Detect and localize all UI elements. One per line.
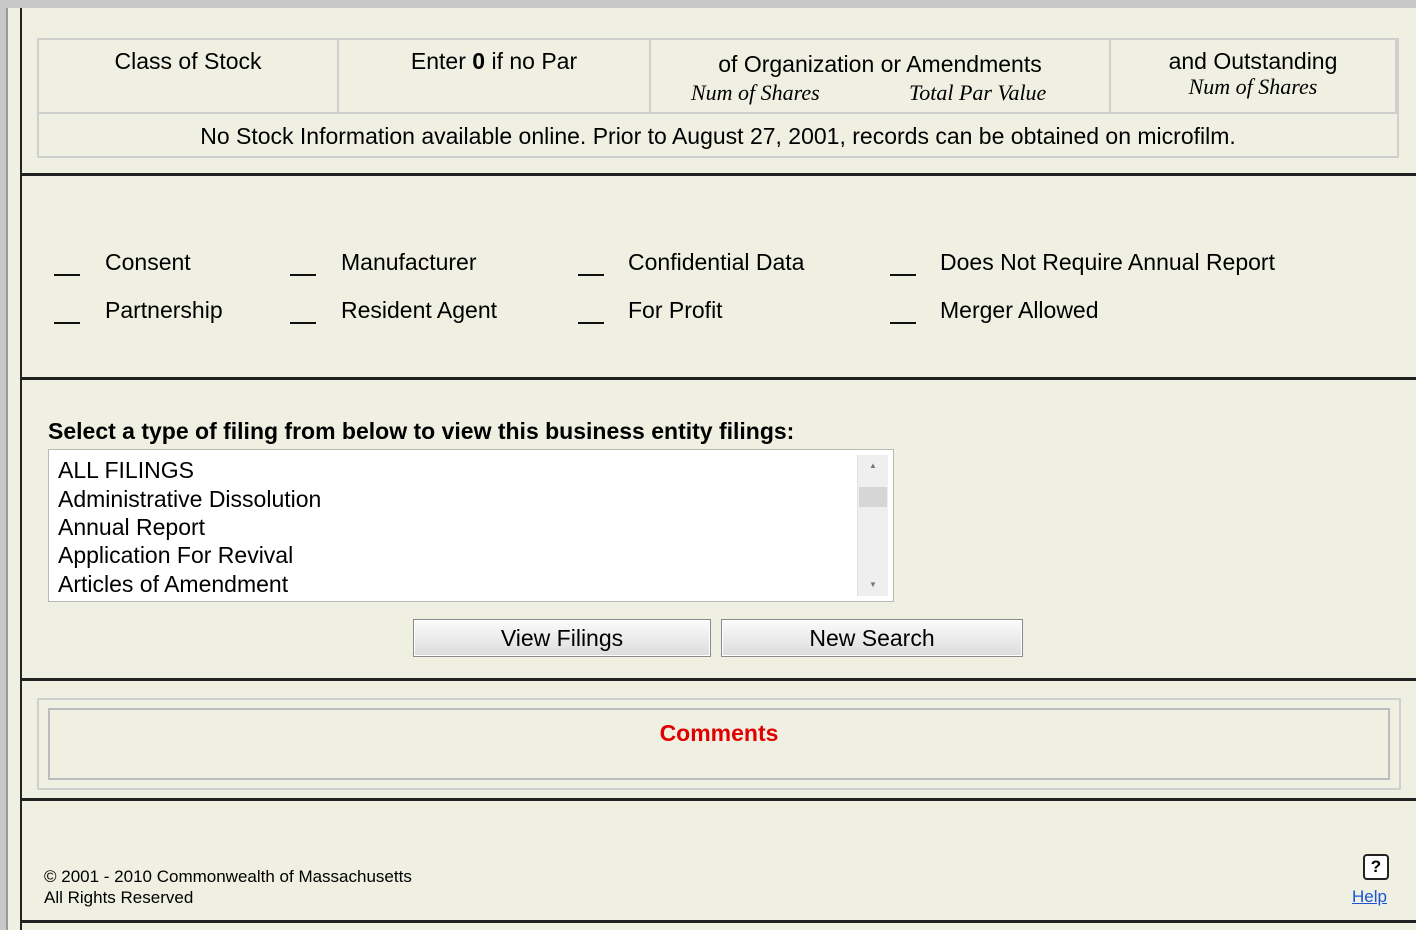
stock-message: No Stock Information available online. P… bbox=[39, 112, 1397, 158]
footer-copyright: © 2001 - 2010 Commonwealth of Massachuse… bbox=[44, 866, 412, 908]
filing-option-administrative-dissolution[interactable]: Administrative Dissolution bbox=[58, 486, 321, 513]
listbox-scrollbar[interactable]: ▲ ▼ bbox=[857, 455, 888, 596]
stock-col-outstanding-header: and Outstanding bbox=[1168, 48, 1338, 74]
comments-title: Comments bbox=[659, 720, 779, 746]
new-search-button[interactable]: New Search bbox=[721, 619, 1023, 657]
copyright-line: © 2001 - 2010 Commonwealth of Massachuse… bbox=[44, 867, 412, 886]
help-icon[interactable]: ? bbox=[1363, 854, 1389, 880]
attr-blank-resident-agent bbox=[290, 322, 316, 324]
stock-table: Class of Stock Enter 0 if no Par of Orga… bbox=[37, 38, 1399, 158]
stock-col-class-header: Class of Stock bbox=[114, 48, 262, 74]
section-divider bbox=[20, 173, 1416, 176]
attr-blank-for-profit bbox=[578, 322, 604, 324]
attr-no-annual-report: Does Not Require Annual Report bbox=[940, 249, 1275, 275]
page-frame: Class of Stock Enter 0 if no Par of Orga… bbox=[6, 8, 1416, 930]
stock-col-class: Class of Stock bbox=[39, 40, 339, 112]
sub-num-shares: Num of Shares bbox=[691, 80, 820, 105]
stock-col-par-header: Enter 0 if no Par bbox=[410, 48, 578, 74]
stock-col-outstanding: and Outstanding Num of Shares bbox=[1111, 40, 1397, 112]
attr-manufacturer: Manufacturer bbox=[341, 249, 477, 275]
attr-blank-manufacturer bbox=[290, 274, 316, 276]
scroll-down-icon[interactable]: ▼ bbox=[858, 574, 888, 596]
attr-merger-allowed: Merger Allowed bbox=[940, 297, 1099, 323]
attr-blank-confidential bbox=[578, 274, 604, 276]
filing-option-annual-report[interactable]: Annual Report bbox=[58, 514, 205, 541]
attr-partnership: Partnership bbox=[105, 297, 223, 323]
comments-inner: Comments bbox=[48, 708, 1390, 780]
filing-option-articles-of-amendment[interactable]: Articles of Amendment bbox=[58, 571, 288, 598]
section-divider bbox=[20, 798, 1416, 801]
attr-confidential-data: Confidential Data bbox=[628, 249, 805, 275]
sub-total-par-value: Total Par Value bbox=[909, 80, 1047, 105]
scroll-up-icon[interactable]: ▲ bbox=[858, 455, 888, 477]
attr-blank-consent bbox=[54, 274, 80, 276]
filing-type-label: Select a type of filing from below to vi… bbox=[48, 418, 795, 444]
attr-blank-annual-report bbox=[890, 274, 916, 276]
stock-col-authorized-header: of Organization or Amendments bbox=[718, 51, 1042, 77]
rights-line: All Rights Reserved bbox=[44, 888, 194, 907]
filing-option-all[interactable]: ALL FILINGS bbox=[58, 457, 194, 484]
bottom-border bbox=[20, 920, 1416, 923]
stock-col-par: Enter 0 if no Par bbox=[339, 40, 651, 112]
help-link[interactable]: Help bbox=[1352, 887, 1387, 907]
view-filings-button[interactable]: View Filings bbox=[413, 619, 711, 657]
comments-box: Comments bbox=[37, 698, 1401, 790]
left-border bbox=[20, 8, 22, 930]
scroll-thumb[interactable] bbox=[859, 487, 887, 507]
attr-blank-merger bbox=[890, 322, 916, 324]
attr-consent: Consent bbox=[105, 249, 191, 275]
attr-blank-partnership bbox=[54, 322, 80, 324]
stock-col-authorized: of Organization or Amendments Num of Sha… bbox=[651, 40, 1111, 112]
filing-option-application-for-revival[interactable]: Application For Revival bbox=[58, 542, 293, 569]
attr-resident-agent: Resident Agent bbox=[341, 297, 498, 323]
filing-type-listbox[interactable]: ALL FILINGS Administrative Dissolution A… bbox=[48, 449, 894, 602]
sub-num-shares-outstanding: Num of Shares bbox=[1188, 74, 1318, 99]
section-divider bbox=[20, 377, 1416, 380]
attr-for-profit: For Profit bbox=[628, 297, 723, 323]
section-divider bbox=[20, 678, 1416, 681]
